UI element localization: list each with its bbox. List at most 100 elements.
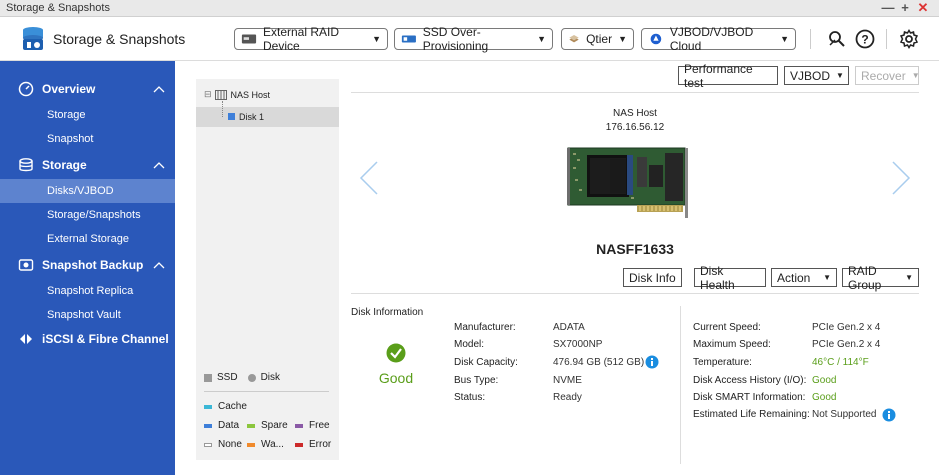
info-icon[interactable] [645,355,659,369]
ssd-swatch [204,373,212,382]
sidebar-group-iscsi[interactable]: iSCSI & Fibre Channel [0,327,175,351]
device-model-name: NASFF1633 [596,241,674,257]
disk-smart-info-value[interactable]: Good [812,392,836,403]
next-arrow-icon[interactable] [890,160,912,196]
info-column-divider [680,306,681,464]
iscsi-icon [20,334,32,344]
nvme-card-image [567,147,688,218]
overview-icon [18,81,34,97]
chevron-down-icon: ▼ [618,34,627,44]
bus-type-label: Bus Type: [454,375,499,386]
chevron-down-icon: ▼ [780,34,789,44]
vjbod-dropdown[interactable]: VJBOD ▼ [784,66,849,85]
ssd-over-provisioning-label: SSD Over-Provisioning [422,25,489,53]
vjbod-cloud-button[interactable]: VJBOD/VJBOD Cloud ▼ [641,25,796,53]
qtier-icon [569,34,579,43]
warning-swatch [247,442,255,447]
window-titlebar: Storage & Snapshots — + ✕ [0,0,939,17]
disk-status-swatch [228,113,235,120]
app-header: Storage & Snapshots External RAID Device… [0,17,939,61]
host-name: NAS Host [613,108,657,119]
current-speed-value: PCIe Gen.2 x 4 [812,322,881,333]
sidebar-item-snapshot-vault[interactable]: Snapshot Vault [0,303,175,327]
disk-smart-info-label: Disk SMART Information: [693,392,806,403]
legend-disk-label: Disk [260,372,281,383]
nas-host-icon [214,89,227,100]
disk-health-button[interactable]: Disk Health [694,264,766,292]
chevron-up-icon [153,262,165,269]
estimated-life-value: Not Supported [812,409,877,420]
chevron-down-icon: ▼ [911,71,920,80]
collapse-icon[interactable]: ⊟ [204,89,212,100]
legend-divider [204,391,329,392]
qtier-button[interactable]: Qtier ▼ [561,28,634,50]
sidebar-item-external-storage[interactable]: External Storage [0,227,175,251]
header-divider [886,29,887,49]
chevron-down-icon: ▼ [823,273,831,282]
legend-ssd-label: SSD [217,372,238,383]
performance-test-label: Performance test [684,61,753,90]
action-dropdown[interactable]: Action ▼ [771,268,837,287]
performance-test-button[interactable]: Performance test [678,62,778,90]
host-ip: 176.16.56.12 [605,122,665,133]
disk-swatch [247,373,256,382]
help-icon[interactable]: ? [855,29,875,49]
search-settings-icon[interactable] [827,29,847,49]
disk-info-button[interactable]: Disk Info [623,268,682,287]
legend-error-label: Error [309,439,332,450]
tree-connector [222,101,223,117]
chevron-down-icon: ▼ [372,34,381,44]
data-swatch [204,423,212,428]
vjbod-cloud-icon [650,33,662,45]
sidebar-item-storage[interactable]: Storage [0,103,175,127]
chevron-down-icon: ▼ [905,273,913,282]
info-icon[interactable] [882,408,896,422]
sidebar-item-snapshot[interactable]: Snapshot [0,127,175,151]
raid-group-dropdown[interactable]: RAID Group ▼ [842,264,919,292]
window-title: Storage & Snapshots [6,2,110,14]
bus-type-value: NVME [553,375,582,386]
disk-information-title: Disk Information [351,307,424,318]
estimated-life-label: Estimated Life Remaining: [693,409,810,420]
toolbar-divider [351,92,919,93]
recover-dropdown[interactable]: Recover ▼ [855,66,920,85]
sidebar-item-snapshot-replica[interactable]: Snapshot Replica [0,279,175,303]
vjbod-cloud-label: VJBOD/VJBOD Cloud [669,25,754,53]
disk-capacity-value: 476.94 GB (512 GB) [553,357,645,368]
sidebar-group-overview[interactable]: Overview [0,77,175,101]
tree-root-nas-host[interactable]: ⊟ NAS Host [204,89,270,100]
sidebar-item-storage-snapshots[interactable]: Storage/Snapshots [0,203,175,227]
minimize-button[interactable]: — [881,0,895,15]
chevron-down-icon: ▼ [537,34,546,44]
sidebar-group-label: iSCSI & Fibre Channel [42,332,169,346]
tree-root-label: NAS Host [230,89,271,100]
legend-status-row: Cache [204,401,247,412]
disk-info-label: Disk Info [629,270,676,285]
storage-app-icon [23,27,43,50]
maximize-button[interactable]: + [898,0,912,15]
sidebar-group-storage[interactable]: Storage [0,153,175,177]
sidebar-group-label: Snapshot Backup [42,258,144,272]
temperature-value: 46°C / 114°F [812,357,869,368]
legend-status-row: None Wa... Error [204,439,331,450]
previous-arrow-icon[interactable] [358,160,380,196]
good-check-icon [386,343,406,363]
status-label: Status: [454,392,486,403]
sidebar: Overview Storage Snapshot Storage Disks/… [0,61,175,475]
sidebar-group-snapshot-backup[interactable]: Snapshot Backup [0,253,175,277]
manufacturer-value: ADATA [553,322,585,333]
actions-divider [351,293,919,294]
disk-access-history-value[interactable]: Good [812,375,836,386]
ssd-over-provisioning-button[interactable]: SSD Over-Provisioning ▼ [394,25,553,53]
manufacturer-label: Manufacturer: [454,322,516,333]
model-value: SX7000NP [553,339,603,350]
snapshot-backup-icon [18,259,34,271]
tree-item-disk-1[interactable]: Disk 1 [196,101,339,127]
legend-type-row: SSD Disk [204,372,280,383]
sidebar-item-disks-vjbod[interactable]: Disks/VJBOD [0,179,175,203]
external-raid-device-button[interactable]: External RAID Device ▼ [234,25,388,53]
gear-icon[interactable] [899,29,919,49]
close-button[interactable]: ✕ [916,0,930,16]
maximum-speed-value: PCIe Gen.2 x 4 [812,339,881,350]
chevron-down-icon: ▼ [836,71,844,80]
